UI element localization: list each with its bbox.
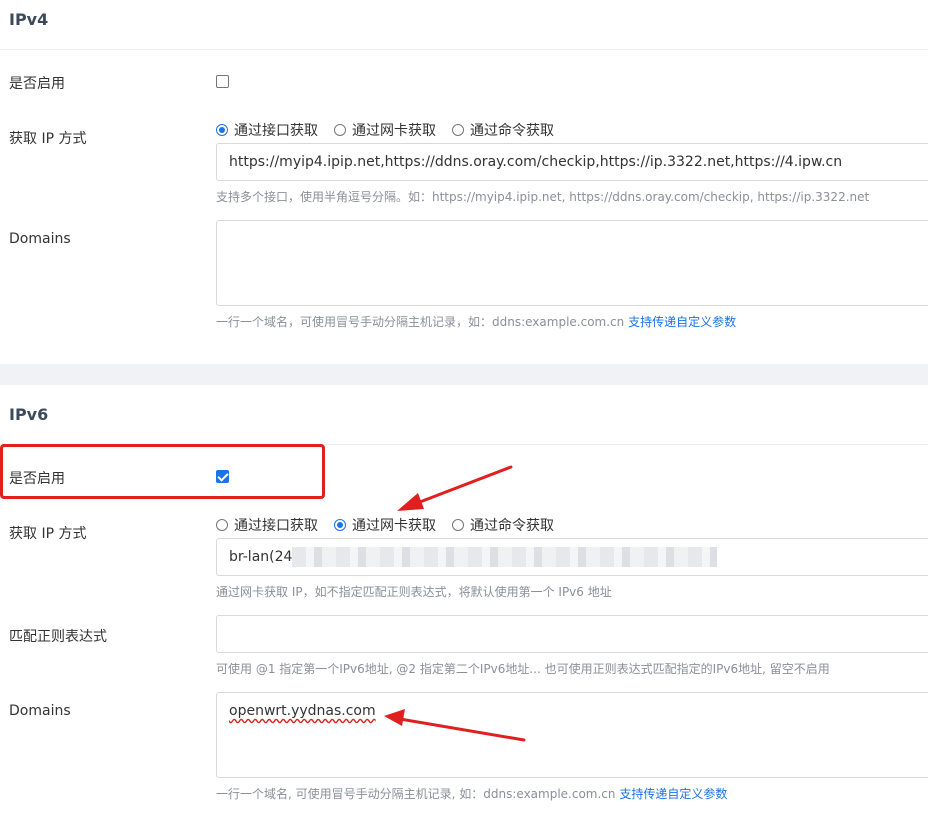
arrow-to-nic-radio-icon xyxy=(397,465,513,511)
annotation-arrows xyxy=(384,465,526,742)
arrow-to-domain-icon xyxy=(384,709,526,742)
